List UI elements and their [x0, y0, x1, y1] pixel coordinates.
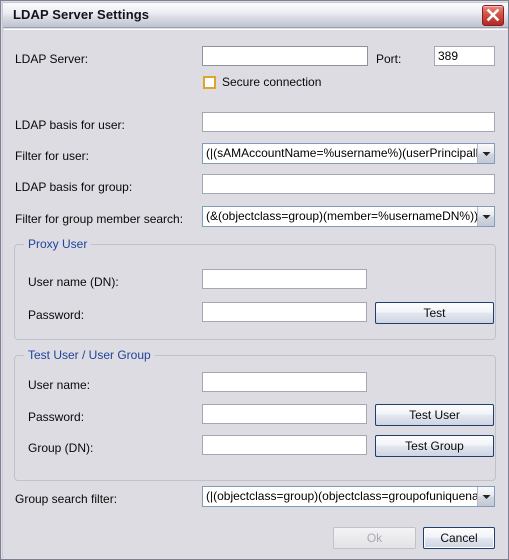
secure-connection-checkbox[interactable] [203, 75, 216, 89]
test-password-input[interactable] [202, 404, 367, 424]
group-search-filter-combobox[interactable]: (|(objectclass=group)(objectclass=groupo… [202, 486, 495, 507]
proxy-username-label: User name (DN): [28, 275, 119, 289]
title-bar: LDAP Server Settings [3, 3, 508, 28]
ldap-basis-user-input[interactable] [202, 112, 495, 132]
ldap-basis-group-label: LDAP basis for group: [15, 180, 133, 194]
ldap-server-input[interactable] [202, 46, 368, 66]
test-user-legend: Test User / User Group [24, 348, 155, 362]
filter-group-member-label: Filter for group member search: [15, 212, 184, 226]
filter-group-member-dropdown-button[interactable] [477, 207, 494, 226]
test-group-dn-label: Group (DN): [28, 441, 94, 455]
filter-group-member-value: (&(objectclass=group)(member=%usernameDN… [206, 209, 477, 223]
test-password-label: Password: [28, 410, 85, 424]
secure-connection-checkbox-row[interactable]: Secure connection [203, 75, 321, 89]
test-group-dn-input[interactable] [202, 435, 367, 455]
test-group-button[interactable]: Test Group [375, 435, 494, 457]
dialog-client-area: LDAP Server: Port: Secure connection LDA… [4, 29, 507, 558]
ldap-basis-group-input[interactable] [202, 174, 495, 194]
proxy-username-input[interactable] [202, 269, 367, 289]
ok-button[interactable]: Ok [333, 527, 416, 549]
secure-connection-label: Secure connection [222, 75, 322, 89]
filter-user-dropdown-button[interactable] [477, 144, 494, 163]
group-search-filter-label: Group search filter: [15, 492, 118, 506]
port-input[interactable] [434, 46, 495, 66]
filter-user-combobox[interactable]: (|(sAMAccountName=%username%)(userPrinci… [202, 143, 495, 164]
test-username-label: User name: [28, 378, 91, 392]
test-user-button[interactable]: Test User [375, 404, 494, 426]
cancel-button[interactable]: Cancel [423, 527, 495, 549]
filter-user-label: Filter for user: [15, 149, 90, 163]
ldap-server-settings-dialog: LDAP Server Settings LDAP Server: Port: … [0, 0, 509, 560]
group-search-filter-dropdown-button[interactable] [477, 487, 494, 506]
port-label: Port: [376, 52, 402, 66]
proxy-password-label: Password: [28, 308, 85, 322]
window-title: LDAP Server Settings [13, 7, 150, 22]
ldap-basis-user-label: LDAP basis for user: [15, 118, 125, 132]
ldap-server-label: LDAP Server: [15, 52, 89, 66]
proxy-password-input[interactable] [202, 302, 367, 322]
chevron-down-icon [482, 494, 491, 500]
proxy-user-legend: Proxy User [24, 237, 92, 251]
proxy-test-button[interactable]: Test [375, 302, 494, 324]
proxy-user-groupbox: Proxy User [14, 237, 496, 340]
group-search-filter-value: (|(objectclass=group)(objectclass=groupo… [206, 489, 477, 503]
filter-user-value: (|(sAMAccountName=%username%)(userPrinci… [206, 146, 477, 160]
test-username-input[interactable] [202, 372, 367, 392]
close-icon [483, 6, 503, 25]
chevron-down-icon [482, 151, 491, 157]
close-button[interactable] [482, 5, 504, 26]
filter-group-member-combobox[interactable]: (&(objectclass=group)(member=%usernameDN… [202, 206, 495, 227]
chevron-down-icon [482, 214, 491, 220]
